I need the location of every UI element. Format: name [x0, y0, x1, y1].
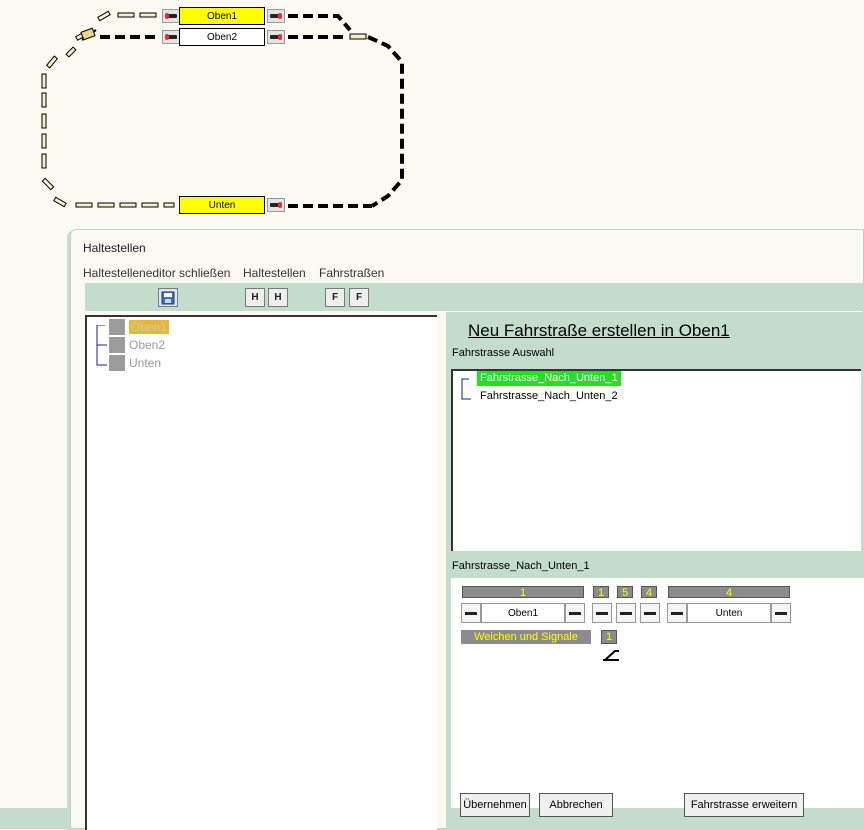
tree-item-label: Unten	[129, 356, 162, 370]
segment-number: 1	[593, 586, 609, 599]
station-unten[interactable]: Unten	[179, 196, 265, 214]
haltestellen-tree: Oben1 Oben2 Unten	[85, 315, 437, 830]
station-square-icon	[109, 337, 125, 353]
current-route-label: Fahrstrasse_Nach_Unten_1	[452, 560, 590, 572]
cancel-button[interactable]: Abbrechen	[539, 793, 613, 817]
signal-icon[interactable]	[461, 603, 481, 623]
haltestelle-add-button[interactable]: H	[245, 288, 265, 307]
segment-number: 4	[641, 586, 657, 599]
tree-item-oben1[interactable]: Oben1	[109, 319, 170, 335]
route-item-1[interactable]: Fahrstrasse_Nach_Unten_1	[477, 371, 621, 386]
route-item-2[interactable]: Fahrstrasse_Nach_Unten_2	[477, 389, 621, 404]
tree-item-unten[interactable]: Unten	[109, 355, 161, 371]
fahrstrasse-edit-button[interactable]: F	[349, 288, 369, 307]
start-number: 1	[462, 586, 584, 599]
track-segment-icon[interactable]	[592, 603, 612, 623]
tree-item-oben2[interactable]: Oben2	[109, 337, 165, 353]
start-station-box: Oben1	[481, 603, 565, 623]
tree-item-label: Oben1	[129, 320, 170, 334]
station-oben2[interactable]: Oben2	[179, 28, 265, 46]
extend-route-button[interactable]: Fahrstrasse erweitern	[684, 793, 804, 817]
weichen-count: 1	[601, 630, 617, 644]
haltestellen-window: Haltestellen Haltestelleneditor schließe…	[70, 229, 864, 830]
signal-icon[interactable]	[565, 603, 585, 623]
route-select-label: Fahrstrasse Auswahl	[452, 347, 555, 359]
toolbar	[85, 283, 864, 311]
status-strip	[0, 808, 70, 829]
end-station-box: Unten	[687, 603, 771, 623]
signal-oben2-right[interactable]	[267, 30, 285, 44]
switch-icon[interactable]	[601, 648, 621, 662]
signal-oben1-right[interactable]	[267, 9, 285, 23]
segment-number: 5	[617, 586, 633, 599]
menu-close-editor[interactable]: Haltestelleneditor schließen	[83, 266, 230, 280]
route-detail: 1 1 5 4 4 Oben1 Unten Weichen und Signal…	[451, 578, 864, 808]
window-title: Haltestellen	[83, 241, 146, 255]
signal-unten-right[interactable]	[267, 198, 285, 212]
apply-button[interactable]: Übernehmen	[460, 793, 530, 817]
fahrstrasse-add-button[interactable]: F	[325, 288, 345, 307]
track-segment-icon[interactable]	[616, 603, 636, 623]
route-list: Fahrstrasse_Nach_Unten_1 Fahrstrasse_Nac…	[451, 369, 861, 551]
signal-icon[interactable]	[771, 603, 791, 623]
track-segment-icon[interactable]	[640, 603, 660, 623]
haltestelle-edit-button[interactable]: H	[268, 288, 288, 307]
station-square-icon	[109, 355, 125, 371]
station-oben1[interactable]: Oben1	[179, 7, 265, 25]
save-disk-icon[interactable]	[158, 288, 178, 307]
signal-icon[interactable]	[667, 603, 687, 623]
end-number: 4	[668, 586, 790, 599]
signal-oben1-left[interactable]	[162, 9, 180, 23]
station-square-icon	[109, 319, 125, 335]
menu-haltestellen[interactable]: Haltestellen	[243, 266, 306, 280]
tree-item-label: Oben2	[129, 338, 166, 352]
weichen-signale-label: Weichen und Signale	[461, 630, 591, 644]
route-editor-panel: Neu Fahrstraße erstellen in Oben1 Fahrst…	[446, 312, 864, 830]
route-heading: Neu Fahrstraße erstellen in Oben1	[468, 321, 730, 340]
menu-fahrstrassen[interactable]: Fahrstraßen	[319, 266, 384, 280]
signal-oben2-left[interactable]	[162, 30, 180, 44]
list-tree-lines	[461, 378, 471, 400]
